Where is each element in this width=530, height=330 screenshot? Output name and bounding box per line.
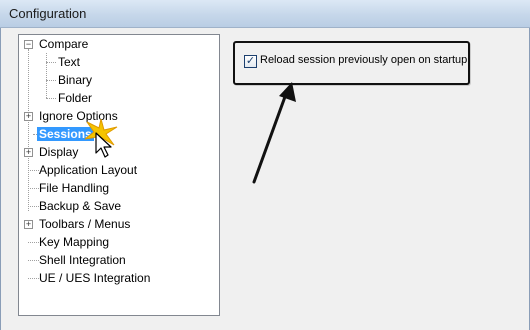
tree-item-text[interactable]: Text bbox=[56, 53, 82, 71]
tree-item-label: Text bbox=[58, 55, 81, 69]
expand-icon[interactable]: + bbox=[24, 112, 33, 121]
tree-item-file-handling[interactable]: File Handling bbox=[37, 179, 111, 197]
arrow-annotation-icon bbox=[252, 82, 296, 184]
tree-item-label: Backup & Save bbox=[39, 199, 122, 213]
tree-connector bbox=[46, 53, 47, 98]
tree-item-label: Binary bbox=[58, 73, 93, 87]
tree-connector bbox=[28, 49, 29, 211]
tree-item-label: Shell Integration bbox=[39, 253, 126, 267]
tree-item-label: Folder bbox=[58, 91, 93, 105]
tree-connector bbox=[46, 80, 56, 81]
tree-item-label: Compare bbox=[39, 37, 89, 51]
tree-item-shell-integration[interactable]: Shell Integration bbox=[37, 251, 128, 269]
tree-item-label: Toolbars / Menus bbox=[39, 217, 131, 231]
tree-item-application-layout[interactable]: Application Layout bbox=[37, 161, 139, 179]
expand-icon[interactable]: + bbox=[24, 148, 33, 157]
title-bar: Configuration bbox=[0, 0, 530, 28]
tree-connector bbox=[46, 62, 56, 63]
reload-session-label[interactable]: Reload session previously open on startu… bbox=[260, 54, 467, 66]
pointer-cursor-icon bbox=[95, 132, 112, 158]
tree-item-label: File Handling bbox=[39, 181, 110, 195]
settings-tree[interactable]: − Compare Text Binary Folder + Ignore Op… bbox=[18, 34, 220, 316]
tree-item-toolbars-menus[interactable]: Toolbars / Menus bbox=[37, 215, 132, 233]
window-title: Configuration bbox=[9, 6, 87, 21]
expand-icon[interactable]: + bbox=[24, 220, 33, 229]
tree-item-label: Application Layout bbox=[39, 163, 138, 177]
tree-item-compare[interactable]: Compare bbox=[37, 35, 90, 53]
reload-session-checkbox[interactable]: ✓ bbox=[244, 55, 257, 68]
tree-item-folder[interactable]: Folder bbox=[56, 89, 94, 107]
tree-item-label: Display bbox=[39, 145, 79, 159]
tree-item-binary[interactable]: Binary bbox=[56, 71, 94, 89]
tree-item-backup-save[interactable]: Backup & Save bbox=[37, 197, 123, 215]
tree-connector bbox=[46, 98, 56, 99]
tree-item-display[interactable]: Display bbox=[37, 143, 80, 161]
tree-item-label: UE / UES Integration bbox=[39, 271, 151, 285]
tree-item-key-mapping[interactable]: Key Mapping bbox=[37, 233, 111, 251]
tree-item-ue-ues-integration[interactable]: UE / UES Integration bbox=[37, 269, 152, 287]
collapse-icon[interactable]: − bbox=[24, 40, 33, 49]
reload-session-highlight: ✓ Reload session previously open on star… bbox=[233, 41, 470, 85]
tree-item-label: Key Mapping bbox=[39, 235, 110, 249]
